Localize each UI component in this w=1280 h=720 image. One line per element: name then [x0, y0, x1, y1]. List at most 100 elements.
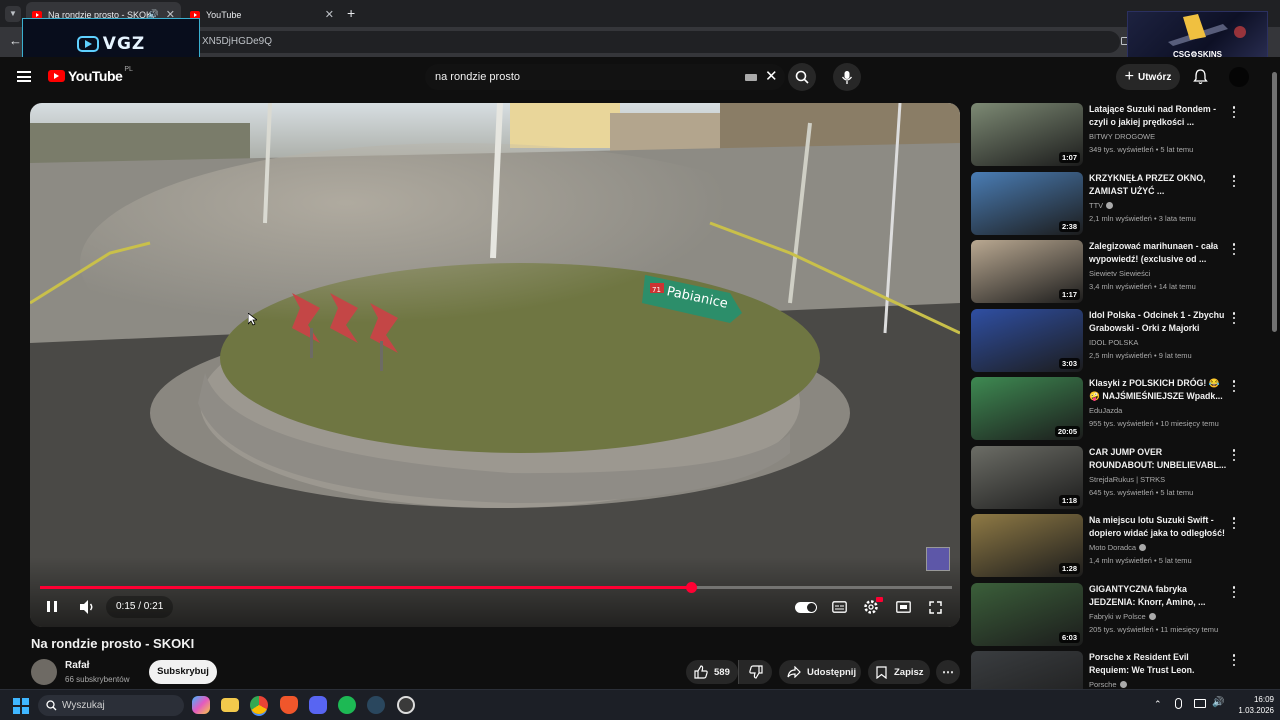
video-thumbnail[interactable]: 2:38 [971, 172, 1083, 235]
video-title[interactable]: GIGANTYCZNA fabryka JEDZENIA: Knorr, Ami… [1089, 583, 1229, 609]
fullscreen-button[interactable] [924, 596, 946, 618]
channel-name[interactable]: EduJazda [1089, 406, 1122, 415]
video-title[interactable]: Idol Polska - Odcinek 1 - Zbychu Grabows… [1089, 309, 1229, 335]
search-icon [795, 70, 809, 84]
pause-button[interactable] [42, 596, 62, 618]
search-button[interactable] [788, 63, 816, 91]
youtube-logo[interactable]: YouTube PL [48, 66, 133, 84]
keyboard-icon[interactable] [745, 74, 757, 81]
notifications-bell-icon[interactable] [1193, 69, 1208, 90]
save-button[interactable]: Zapisz [868, 660, 930, 684]
account-avatar[interactable] [1229, 67, 1249, 87]
more-options-icon[interactable] [1229, 379, 1239, 393]
recommendation-item[interactable]: 1:17 Zalegizować marihunaen - cała wypowi… [971, 240, 1251, 303]
scrollbar[interactable] [1272, 72, 1277, 332]
video-title[interactable]: KRZYKNĘŁA PRZEZ OKNO, ZAMIAST UŻYĆ ... [1089, 172, 1229, 198]
duration-badge: 3:03 [1058, 358, 1080, 369]
channel-name[interactable]: Rafał [65, 660, 89, 671]
create-button[interactable]: + Utwórz [1116, 64, 1180, 90]
clear-search-icon[interactable]: ✕ [765, 67, 778, 85]
more-options-icon[interactable] [1229, 448, 1239, 462]
close-tab-icon[interactable]: ✕ [325, 8, 334, 21]
video-thumbnail[interactable]: 20:05 [971, 377, 1083, 440]
search-input[interactable]: na rondzie prosto [435, 64, 520, 90]
video-title[interactable]: Latające Suzuki nad Rondem - czyli o jak… [1089, 103, 1229, 129]
recommendation-item[interactable]: 2:38 KRZYKNĘŁA PRZEZ OKNO, ZAMIAST UŻYĆ .… [971, 172, 1251, 235]
recommendation-item[interactable]: 1:28 Na miejscu lotu Suzuki Swift - dopie… [971, 514, 1251, 577]
channel-name[interactable]: IDOL POLSKA [1089, 338, 1138, 347]
subscribe-button[interactable]: Subskrybuj [149, 660, 217, 684]
tray-chevron-icon[interactable]: ⌃ [1154, 699, 1162, 710]
chrome-icon[interactable] [250, 696, 268, 714]
more-options-icon[interactable] [1229, 516, 1239, 530]
duration-badge: 1:28 [1058, 563, 1080, 574]
channel-watermark[interactable] [926, 547, 950, 571]
windows-start-icon[interactable] [13, 698, 29, 714]
more-options-icon[interactable] [1229, 311, 1239, 325]
video-title[interactable]: Zalegizować marihunaen - cała wypowiedź!… [1089, 240, 1229, 266]
channel-name[interactable]: Moto Doradca [1089, 543, 1147, 552]
search-box[interactable]: na rondzie prosto ✕ [425, 64, 785, 90]
channel-avatar[interactable] [31, 659, 57, 685]
progress-bar[interactable] [40, 582, 952, 593]
video-thumbnail[interactable]: 1:17 [971, 240, 1083, 303]
menu-icon[interactable] [17, 71, 31, 82]
recommendation-item[interactable]: 3:03 Idol Polska - Odcinek 1 - Zbychu Gra… [971, 309, 1251, 372]
video-player[interactable]: Pabianice 71 0:15 / 0:21 [30, 103, 960, 627]
more-actions-button[interactable]: ⋯ [936, 660, 960, 684]
like-button[interactable]: 589 [686, 660, 738, 684]
recommendation-item[interactable]: Porsche x Resident Evil Requiem: We Trus… [971, 651, 1251, 714]
recommendation-item[interactable]: 20:05 Klasyki z POLSKICH DRÓG! 😂 🤪 NAJŚMI… [971, 377, 1251, 440]
recommendation-item[interactable]: 1:18 CAR JUMP OVER ROUNDABOUT: UNBELIEVAB… [971, 446, 1251, 509]
file-explorer-icon[interactable] [221, 698, 239, 712]
back-arrow-icon[interactable]: ← [9, 33, 22, 48]
video-title[interactable]: Na miejscu lotu Suzuki Swift - dopiero w… [1089, 514, 1229, 540]
video-thumbnail[interactable]: 1:18 [971, 446, 1083, 509]
video-title[interactable]: Porsche x Resident Evil Requiem: We Trus… [1089, 651, 1229, 677]
taskbar-clock[interactable]: 16:09 1.03.2026 [1234, 694, 1274, 716]
channel-name[interactable]: TTV [1089, 201, 1114, 210]
video-thumbnail[interactable]: 6:03 [971, 583, 1083, 646]
tab-list-dropdown[interactable]: ▼ [5, 6, 21, 22]
tray-volume-icon[interactable]: 🔊 [1212, 697, 1224, 708]
discord-icon[interactable] [309, 696, 327, 714]
channel-name[interactable]: Porsche [1089, 680, 1127, 689]
recommendation-item[interactable]: 6:03 GIGANTYCZNA fabryka JEDZENIA: Knorr,… [971, 583, 1251, 646]
spotify-icon[interactable] [338, 696, 356, 714]
channel-name[interactable]: Siewietv Siewieści [1089, 269, 1150, 278]
video-title[interactable]: Klasyki z POLSKICH DRÓG! 😂 🤪 NAJŚMIEŚNIE… [1089, 377, 1229, 403]
channel-name-text: IDOL POLSKA [1089, 338, 1139, 347]
volume-button[interactable] [76, 596, 98, 618]
channel-name[interactable]: StrejdaRukus | STRKS [1089, 475, 1165, 484]
fullscreen-icon [928, 600, 942, 614]
tab-youtube[interactable]: YouTube ✕ [184, 2, 340, 27]
steam-icon[interactable] [367, 696, 385, 714]
video-thumbnail[interactable]: 3:03 [971, 309, 1083, 372]
subtitles-button[interactable] [828, 596, 850, 618]
video-thumbnail[interactable]: 1:28 [971, 514, 1083, 577]
taskbar-search[interactable]: Wyszukaj [38, 695, 184, 716]
dislike-button[interactable] [738, 660, 772, 684]
more-options-icon[interactable] [1229, 105, 1239, 119]
verified-icon [1148, 613, 1156, 620]
more-options-icon[interactable] [1229, 242, 1239, 256]
more-options-icon[interactable] [1229, 174, 1239, 188]
recommendation-item[interactable]: 1:07 Latające Suzuki nad Rondem - czyli o… [971, 103, 1251, 166]
video-title[interactable]: CAR JUMP OVER ROUNDABOUT: UNBELIEVABL... [1089, 446, 1229, 472]
more-options-icon[interactable] [1229, 585, 1239, 599]
channel-name[interactable]: BITWY DROGOWE [1089, 132, 1155, 141]
autoplay-toggle[interactable] [795, 602, 817, 613]
copilot-icon[interactable] [192, 696, 210, 714]
share-button[interactable]: Udostępnij [779, 660, 861, 684]
voice-search-button[interactable] [833, 63, 861, 91]
tray-display-icon[interactable] [1194, 699, 1206, 708]
video-thumbnail[interactable]: 1:07 [971, 103, 1083, 166]
channel-name[interactable]: Fabryki w Polsce [1089, 612, 1156, 621]
brave-icon[interactable] [280, 696, 298, 714]
more-options-icon[interactable] [1229, 653, 1239, 667]
miniplayer-button[interactable] [892, 596, 914, 618]
tray-mic-icon[interactable] [1175, 698, 1182, 709]
obs-icon[interactable] [397, 696, 415, 714]
new-tab-button[interactable]: + [347, 5, 355, 21]
settings-button[interactable] [860, 596, 883, 618]
